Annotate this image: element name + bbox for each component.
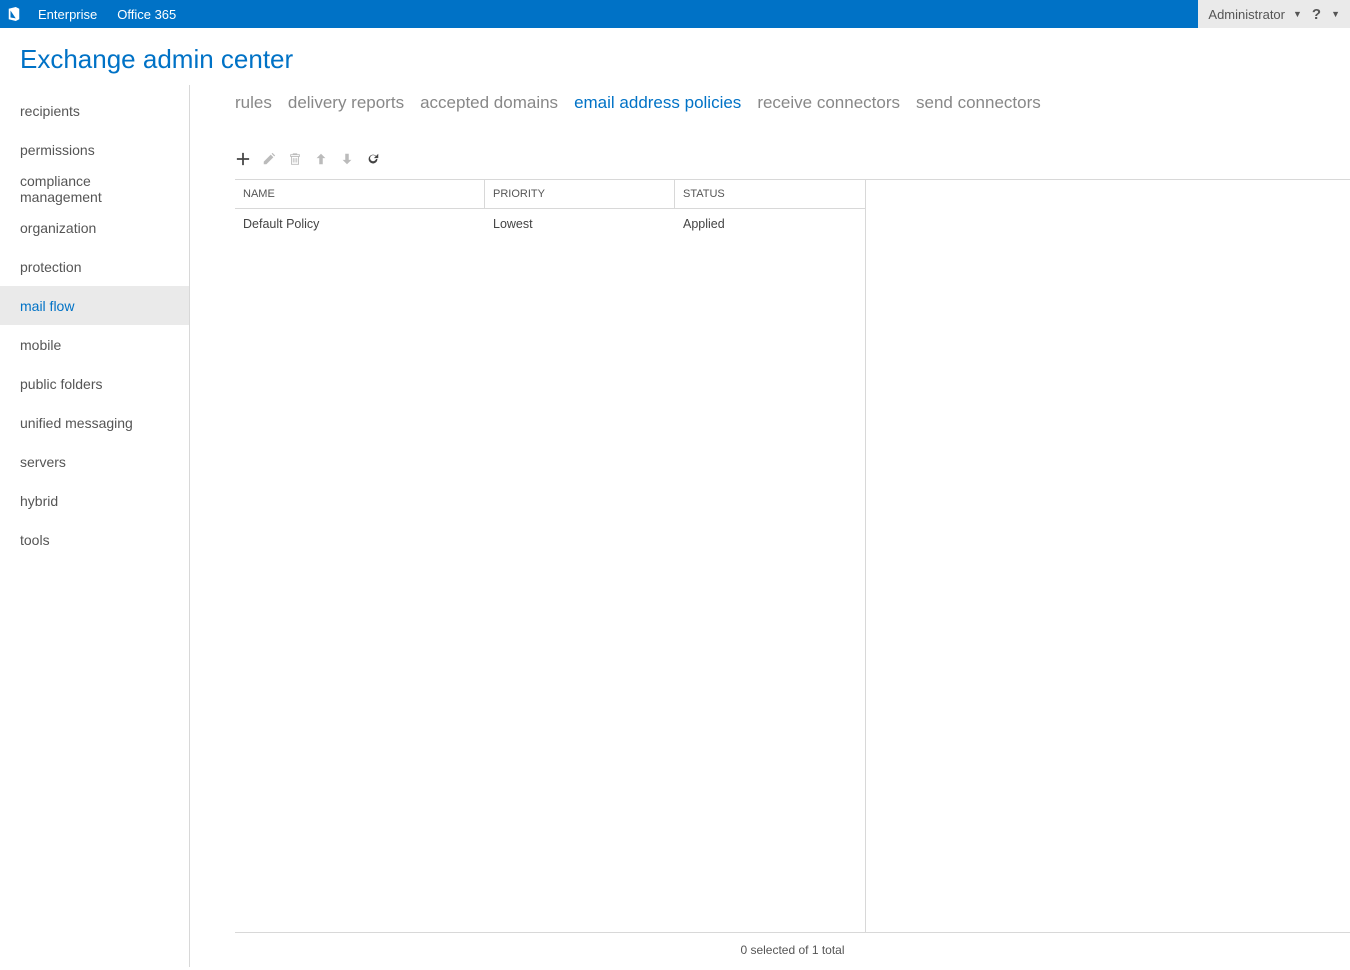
sidebar-item-public-folders[interactable]: public folders bbox=[0, 364, 189, 403]
breadcrumb-office365[interactable]: Office 365 bbox=[107, 0, 186, 28]
user-menu[interactable]: Administrator ▼ ? ▼ bbox=[1198, 0, 1350, 28]
tab-accepted-domains[interactable]: accepted domains bbox=[420, 93, 558, 113]
column-header-priority[interactable]: PRIORITY bbox=[485, 180, 675, 208]
cell-name: Default Policy bbox=[235, 209, 485, 239]
topbar: Enterprise Office 365 Administrator ▼ ? … bbox=[0, 0, 1350, 28]
tab-rules[interactable]: rules bbox=[235, 93, 272, 113]
office-logo-icon bbox=[0, 0, 28, 28]
column-header-name[interactable]: NAME bbox=[235, 180, 485, 208]
sidebar-item-permissions[interactable]: permissions bbox=[0, 130, 189, 169]
policy-table: NAME PRIORITY STATUS Default Policy Lowe… bbox=[235, 179, 1350, 933]
toolbar bbox=[235, 113, 1350, 179]
status-line: 0 selected of 1 total bbox=[235, 933, 1350, 967]
subtabs: rules delivery reports accepted domains … bbox=[235, 85, 1350, 113]
tab-receive-connectors[interactable]: receive connectors bbox=[757, 93, 900, 113]
sidebar-item-protection[interactable]: protection bbox=[0, 247, 189, 286]
caret-down-icon: ▼ bbox=[1331, 9, 1340, 19]
sidebar-item-compliance-management[interactable]: compliance management bbox=[0, 169, 189, 208]
sidebar: recipients permissions compliance manage… bbox=[0, 85, 190, 967]
main-content: rules delivery reports accepted domains … bbox=[190, 85, 1350, 967]
tab-send-connectors[interactable]: send connectors bbox=[916, 93, 1041, 113]
table-header: NAME PRIORITY STATUS bbox=[235, 180, 865, 209]
caret-down-icon: ▼ bbox=[1293, 9, 1302, 19]
page-title: Exchange admin center bbox=[0, 28, 1350, 85]
arrow-up-icon bbox=[314, 152, 328, 171]
sidebar-item-mobile[interactable]: mobile bbox=[0, 325, 189, 364]
refresh-icon bbox=[366, 152, 380, 171]
sidebar-item-recipients[interactable]: recipients bbox=[0, 91, 189, 130]
pencil-icon bbox=[262, 152, 276, 171]
cell-status: Applied bbox=[675, 209, 865, 239]
help-icon[interactable]: ? bbox=[1310, 6, 1323, 23]
table-row[interactable]: Default Policy Lowest Applied bbox=[235, 209, 865, 239]
user-label: Administrator bbox=[1208, 7, 1285, 22]
cell-priority: Lowest bbox=[485, 209, 675, 239]
sidebar-item-mail-flow[interactable]: mail flow bbox=[0, 286, 189, 325]
add-button[interactable] bbox=[235, 153, 251, 169]
sidebar-item-hybrid[interactable]: hybrid bbox=[0, 481, 189, 520]
trash-icon bbox=[288, 152, 302, 171]
sidebar-item-servers[interactable]: servers bbox=[0, 442, 189, 481]
arrow-down-icon bbox=[340, 152, 354, 171]
breadcrumb-enterprise[interactable]: Enterprise bbox=[28, 0, 107, 28]
detail-pane bbox=[865, 180, 1350, 932]
move-down-button[interactable] bbox=[339, 153, 355, 169]
sidebar-item-unified-messaging[interactable]: unified messaging bbox=[0, 403, 189, 442]
sidebar-item-organization[interactable]: organization bbox=[0, 208, 189, 247]
column-header-status[interactable]: STATUS bbox=[675, 180, 865, 208]
refresh-button[interactable] bbox=[365, 153, 381, 169]
move-up-button[interactable] bbox=[313, 153, 329, 169]
edit-button[interactable] bbox=[261, 153, 277, 169]
plus-icon bbox=[236, 152, 250, 171]
tab-delivery-reports[interactable]: delivery reports bbox=[288, 93, 404, 113]
tab-email-address-policies[interactable]: email address policies bbox=[574, 93, 741, 113]
delete-button[interactable] bbox=[287, 153, 303, 169]
sidebar-item-tools[interactable]: tools bbox=[0, 520, 189, 559]
